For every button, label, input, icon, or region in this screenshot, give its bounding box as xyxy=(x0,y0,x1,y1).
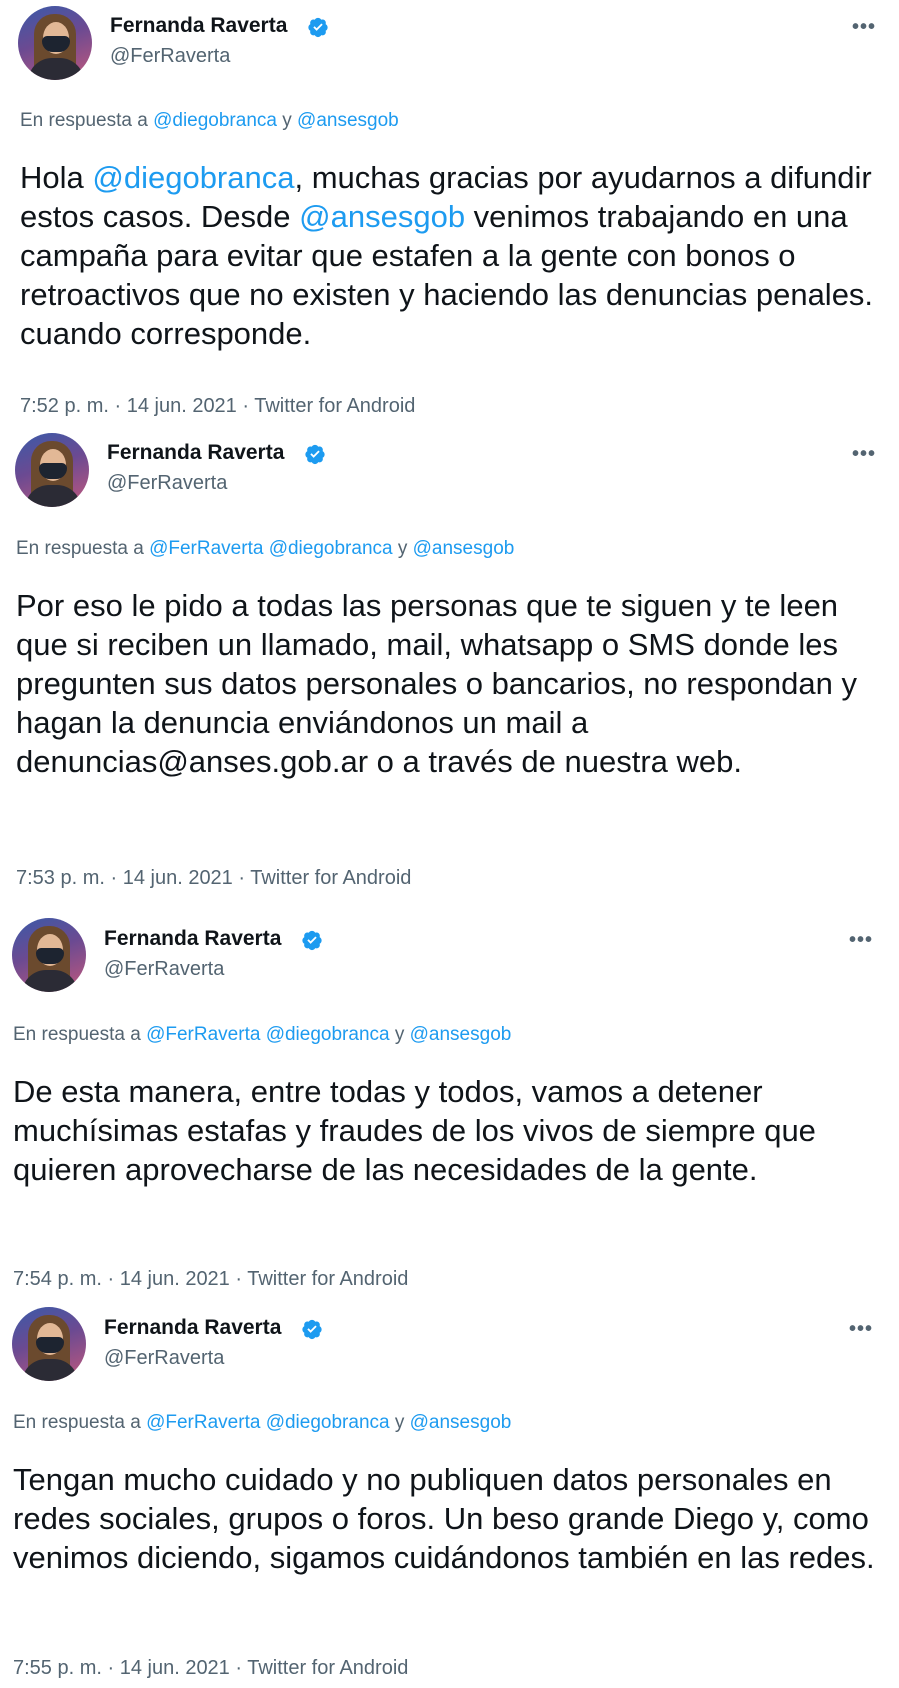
author-name[interactable]: Fernanda Raverta xyxy=(104,1316,281,1340)
author-handle[interactable]: @FerRaverta xyxy=(110,45,230,68)
tweet-text-part: Hola xyxy=(20,160,93,195)
tweet-timestamp[interactable]: 7:52 p. m. · 14 jun. 2021 · Twitter for … xyxy=(20,395,415,418)
author-name[interactable]: Fernanda Raverta xyxy=(104,927,281,951)
reply-and: y xyxy=(394,1024,405,1045)
tweet-mention[interactable]: @ansesgob xyxy=(299,199,465,234)
more-options-icon[interactable]: ••• xyxy=(852,443,876,466)
reply-mention[interactable]: @ansesgob xyxy=(410,1024,512,1045)
reply-and: y xyxy=(282,110,292,131)
tweet-timestamp[interactable]: 7:54 p. m. · 14 jun. 2021 · Twitter for … xyxy=(13,1268,408,1291)
reply-context: En respuesta a @diegobranca y @ansesgob xyxy=(20,110,399,132)
reply-mention[interactable]: @diegobranca xyxy=(266,1412,390,1433)
reply-prefix: En respuesta a xyxy=(13,1024,141,1045)
author-handle[interactable]: @FerRaverta xyxy=(104,1347,224,1370)
tweet-text: Tengan mucho cuidado y no publiquen dato… xyxy=(13,1462,875,1575)
reply-context: En respuesta a @FerRaverta @diegobranca … xyxy=(13,1024,511,1046)
reply-mention[interactable]: @FerRaverta xyxy=(149,538,263,559)
more-options-icon[interactable]: ••• xyxy=(849,1318,873,1341)
tweet-text: Por eso le pido a todas las personas que… xyxy=(16,588,858,779)
author-handle[interactable]: @FerRaverta xyxy=(104,958,224,981)
author-name[interactable]: Fernanda Raverta xyxy=(107,441,284,465)
tweet-mention[interactable]: @diegobranca xyxy=(92,160,294,195)
reply-and: y xyxy=(394,1412,405,1433)
verified-badge-icon xyxy=(302,930,322,951)
avatar[interactable] xyxy=(12,918,86,992)
reply-context: En respuesta a @FerRaverta @diegobranca … xyxy=(16,538,514,560)
avatar[interactable] xyxy=(12,1307,86,1381)
tweet-text: Hola @diegobranca, muchas gracias por ay… xyxy=(20,158,895,353)
avatar[interactable] xyxy=(15,433,89,507)
tweet-timestamp[interactable]: 7:53 p. m. · 14 jun. 2021 · Twitter for … xyxy=(16,867,411,890)
reply-mention[interactable]: @diegobranca xyxy=(269,538,393,559)
tweet-timestamp[interactable]: 7:55 p. m. · 14 jun. 2021 · Twitter for … xyxy=(13,1657,408,1680)
verified-badge-icon xyxy=(302,1319,322,1340)
reply-and: y xyxy=(397,538,408,559)
author-name[interactable]: Fernanda Raverta xyxy=(110,14,287,38)
more-options-icon[interactable]: ••• xyxy=(852,16,876,39)
reply-mention[interactable]: @ansesgob xyxy=(297,110,399,131)
reply-prefix: En respuesta a xyxy=(16,538,144,559)
reply-context: En respuesta a @FerRaverta @diegobranca … xyxy=(13,1412,511,1434)
avatar[interactable] xyxy=(18,6,92,80)
tweet-text: De esta manera, entre todas y todos, vam… xyxy=(13,1074,816,1187)
reply-mention[interactable]: @diegobranca xyxy=(266,1024,390,1045)
more-options-icon[interactable]: ••• xyxy=(849,929,873,952)
reply-mention[interactable]: @diegobranca xyxy=(153,110,277,131)
verified-badge-icon xyxy=(308,17,328,38)
reply-mention[interactable]: @FerRaverta xyxy=(146,1024,260,1045)
reply-prefix: En respuesta a xyxy=(13,1412,141,1433)
reply-mention[interactable]: @FerRaverta xyxy=(146,1412,260,1433)
verified-badge-icon xyxy=(305,444,325,465)
reply-mention[interactable]: @ansesgob xyxy=(410,1412,512,1433)
reply-prefix: En respuesta a xyxy=(20,110,148,131)
reply-mention[interactable]: @ansesgob xyxy=(413,538,515,559)
author-handle[interactable]: @FerRaverta xyxy=(107,472,227,495)
